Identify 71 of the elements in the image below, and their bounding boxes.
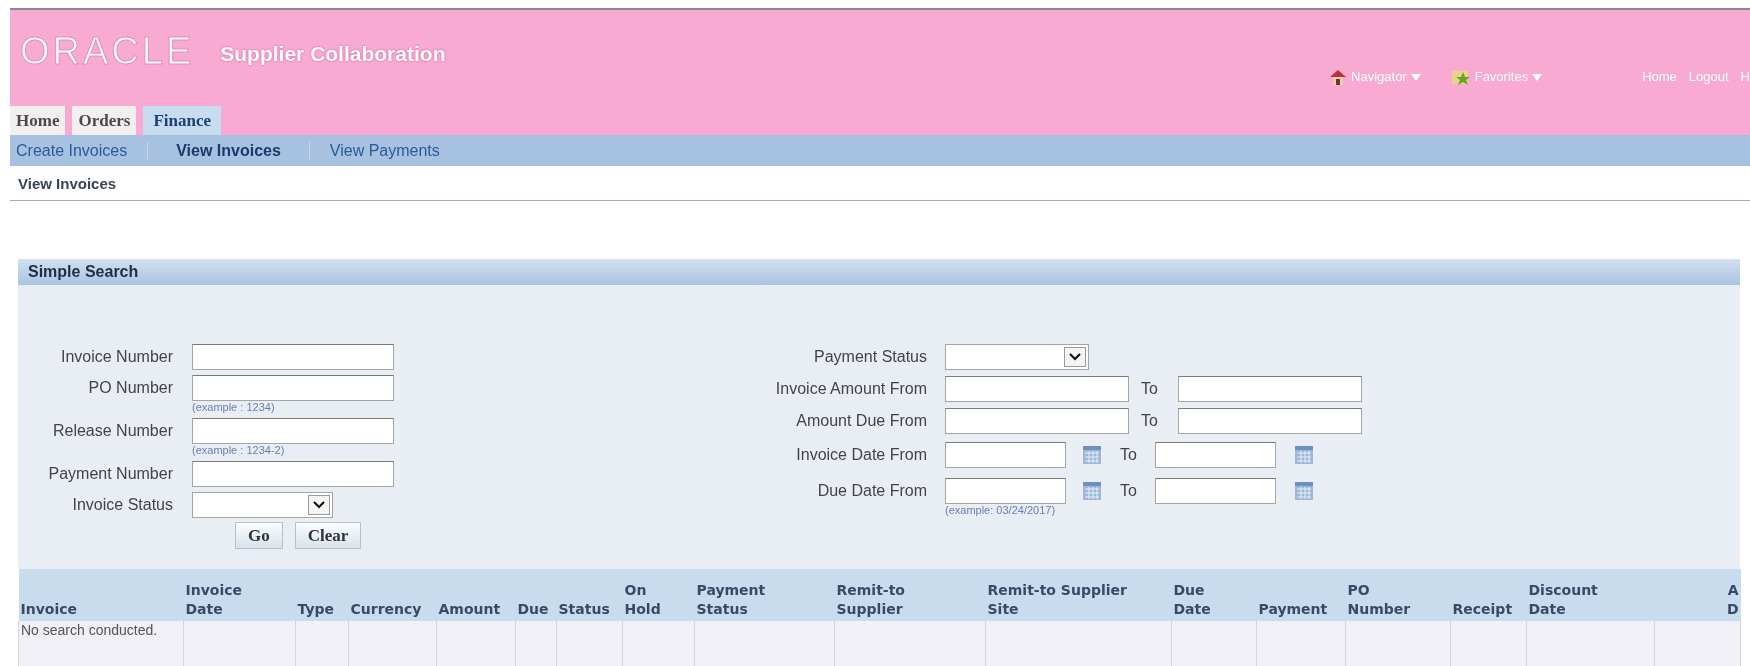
table-cell: No search conducted. (21, 622, 158, 638)
text-field[interactable] (945, 376, 1129, 402)
field-label: Due Date From (816, 481, 928, 501)
tab[interactable]: Finance (143, 106, 221, 135)
column-header: Remit-to Supplier Site (985, 569, 1172, 621)
field-label: Release Number (51, 420, 174, 441)
field-label: PO Number (87, 377, 174, 398)
column-header: Due Date (1171, 569, 1257, 621)
text-field[interactable] (945, 408, 1129, 434)
subtab-link[interactable]: View Invoices (168, 138, 289, 163)
hint-text: (example: 03/24/2017) (945, 503, 1057, 517)
column-header: PO Number (1345, 569, 1451, 621)
column-header: Type (295, 569, 349, 621)
hint-text: (example : 1234) (192, 400, 276, 415)
column-header: Invoice (18, 569, 184, 621)
column-header: On Hold (622, 569, 695, 621)
column-header: Remit-to Supplier (834, 569, 986, 621)
column-header: Payment Status (694, 569, 835, 621)
text-field[interactable] (192, 460, 394, 487)
to-label: To (1141, 411, 1158, 431)
text-field[interactable] (192, 343, 394, 370)
column-header: Due (515, 569, 557, 621)
chevron-down-icon (308, 494, 330, 515)
to-label: To (1141, 379, 1158, 399)
column-header: Amount (436, 569, 516, 621)
to-label: To (1120, 445, 1137, 465)
section-header: Simple Search (18, 259, 1740, 285)
text-field[interactable] (945, 478, 1066, 504)
text-field[interactable] (192, 417, 394, 444)
caret-icon (1532, 73, 1543, 81)
field-label: Amount Due From (795, 411, 928, 431)
column-header: Status (556, 569, 623, 621)
text-field[interactable] (192, 374, 394, 401)
action-button[interactable]: Clear (294, 522, 362, 549)
column-header: A D (1654, 569, 1741, 621)
field-label: Invoice Status (71, 494, 174, 515)
hint-text: (example : 1234-2) (192, 443, 286, 458)
action-button[interactable]: Go (235, 522, 283, 549)
star-folder-icon (1450, 68, 1471, 86)
text-field[interactable] (1154, 478, 1276, 504)
calendar-icon[interactable] (1293, 445, 1314, 465)
subtab-link[interactable]: View Payments (329, 138, 440, 163)
subtab-link[interactable]: Create Invoices (16, 138, 128, 163)
text-field[interactable] (945, 442, 1066, 468)
column-header: Receipt (1450, 569, 1527, 621)
column-header: Payment (1256, 569, 1346, 621)
app-title: Supplier Collaboration (220, 41, 446, 67)
tab[interactable]: Orders (72, 106, 137, 135)
select-field[interactable] (192, 491, 333, 518)
page-title: View Invoices (18, 175, 117, 192)
text-field[interactable] (1154, 442, 1276, 468)
logo: ORACLE (20, 32, 195, 70)
field-label: Payment Number (47, 463, 174, 484)
field-label: Invoice Date From (795, 445, 928, 465)
house-icon (1329, 68, 1348, 86)
column-header: Invoice Date (183, 569, 296, 621)
column-header: Currency (348, 569, 437, 621)
select-field[interactable] (945, 344, 1089, 370)
field-label: Invoice Number (59, 346, 174, 367)
tab[interactable]: Home (10, 106, 66, 135)
chevron-down-icon (1064, 347, 1086, 367)
field-label: Invoice Amount From (774, 379, 928, 399)
text-field[interactable] (1177, 376, 1362, 402)
field-label: Payment Status (813, 347, 928, 367)
column-header: Discount Date (1526, 569, 1655, 621)
caret-icon (1410, 73, 1421, 81)
calendar-icon[interactable] (1082, 445, 1102, 465)
text-field[interactable] (1177, 408, 1362, 434)
calendar-icon[interactable] (1082, 481, 1102, 501)
to-label: To (1120, 481, 1137, 501)
calendar-icon[interactable] (1293, 481, 1314, 501)
